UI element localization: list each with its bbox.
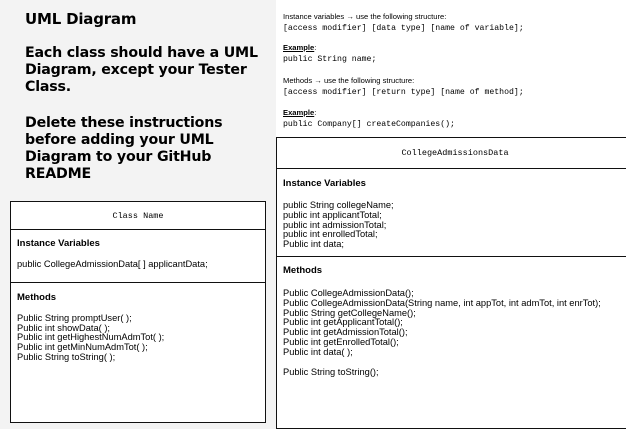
method: Public String toString( ); [17,351,116,362]
instruction-note: Each class should have a UML Diagram, ex… [25,45,258,95]
instance-variable: Public int data; [283,239,344,250]
example-code: public Company[] createCompanies(); [283,120,455,129]
methods-title: Methods [283,264,323,276]
structure-text: [access modifier] [return type] [name of… [283,88,524,97]
instance-variables-title: Instance Variables [283,178,366,189]
instruction-text: Methods → use the following structure: [283,76,415,85]
method: Public String toString(); [283,366,379,377]
class-name-header: CollegeAdmissionsData [277,138,626,169]
instructions-panel: UML Diagram Each class should have a UML… [0,0,272,423]
structure-text: [access modifier] [data type] [name of v… [283,24,524,33]
page-title: UML Diagram [25,10,137,28]
uml-panel: Instance variables → use the following s… [276,0,626,429]
instruction-note: Delete these instructions before adding … [25,115,223,182]
uml-template-box: Class Name Instance Variables public Col… [10,201,266,423]
uml-class-box: CollegeAdmissionsData Instance Variables… [276,137,626,429]
example-code: public String name; [283,55,377,64]
instruction-text: Instance variables → use the following s… [283,12,447,21]
instance-variable: public CollegeAdmissionData[ ] applicant… [17,259,208,269]
methods-title: Methods [17,291,57,303]
example-label: Example [283,43,315,52]
class-name-header: Class Name [11,202,265,230]
method: Public int data( ); [283,346,353,357]
instance-variables-title: Instance Variables [17,238,100,249]
example-label: Example [283,108,315,117]
